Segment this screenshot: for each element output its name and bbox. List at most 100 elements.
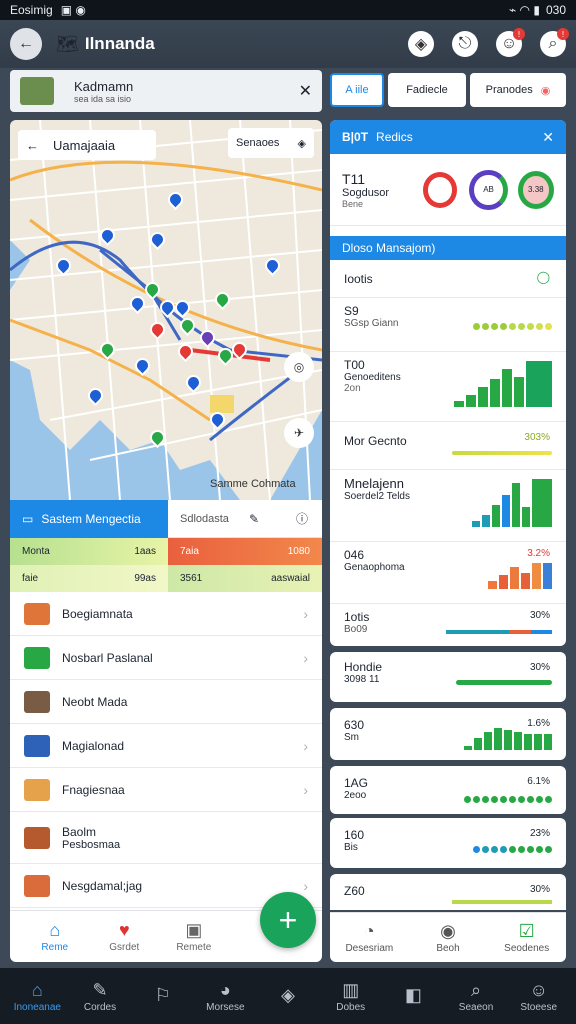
nav-file[interactable]: ◧ bbox=[382, 985, 445, 1007]
map-view[interactable]: ← Uamajaaia Senaoes◈ ◎ ✈ ✦ Samme Cohmata bbox=[10, 120, 322, 500]
person-icon: ◕ bbox=[219, 979, 231, 1000]
person-icon: ◔ bbox=[363, 921, 375, 941]
info-icon[interactable]: ⓘ bbox=[296, 510, 308, 527]
right-bottom-bar: ◔ Desesriam ◉ Beoh ☑ Seodenes bbox=[330, 912, 566, 962]
stat-row[interactable]: 1otis Bo09 30% bbox=[330, 604, 566, 646]
house-icon bbox=[24, 690, 50, 713]
battery-text: 030 bbox=[545, 3, 566, 17]
tab-2[interactable]: Fadiecle bbox=[388, 73, 466, 107]
house-icon bbox=[24, 602, 50, 625]
close-icon[interactable]: ✕ bbox=[299, 81, 312, 101]
file-icon: ◧ bbox=[404, 985, 422, 1005]
stat-row[interactable]: 046 Genaophoma 3.2% bbox=[330, 542, 566, 604]
chat-icon: ◉ bbox=[440, 921, 456, 941]
house-icon bbox=[24, 778, 50, 801]
close-icon[interactable]: ✕ bbox=[542, 129, 554, 146]
status-time: Eosimig bbox=[10, 3, 53, 17]
map-search[interactable]: Senaoes ◈ bbox=[228, 128, 314, 158]
nav-flag[interactable]: ⚐ bbox=[131, 985, 194, 1007]
heart-icon: ♥ bbox=[118, 920, 130, 940]
house-icon bbox=[24, 874, 50, 897]
map-title: Uamajaaia bbox=[53, 137, 116, 153]
map-back-button[interactable]: ← bbox=[26, 138, 39, 153]
home-icon: ⌂ bbox=[31, 979, 43, 1000]
section-title: Dloso Mansajom) bbox=[330, 236, 566, 260]
remote-tab[interactable]: ▣ Remete bbox=[159, 920, 229, 953]
banner: Kadmamn sea ida sa isio ✕ bbox=[10, 70, 322, 112]
stat-row[interactable]: Mor Gecnto 303% bbox=[330, 422, 566, 470]
stat-row[interactable]: Mnelajenn Soerdel2 Telds bbox=[330, 470, 566, 542]
book-icon: ▭ bbox=[22, 511, 34, 526]
summary-grid: Monta 1aas 7aia 1080 faie 99as 3561 aaswaial bbox=[10, 538, 322, 592]
list-item[interactable]: Boegiamnata › bbox=[10, 592, 322, 636]
gadget-tab[interactable]: ♥ Gsrdet bbox=[90, 920, 160, 953]
nav-home[interactable]: ⌂ Inoneanae bbox=[6, 980, 69, 1013]
pin-icon: ◉ bbox=[540, 84, 551, 97]
edit-icon[interactable]: ✎ bbox=[249, 512, 259, 526]
share-icon[interactable]: ⎋ bbox=[452, 31, 478, 57]
search-icon: ⌕ bbox=[470, 979, 482, 1000]
ring-card: T11 Sogdusor Bene AB 3.38 bbox=[330, 154, 566, 226]
locate-button[interactable]: ◎ bbox=[284, 352, 314, 382]
bottom-nav: ⌂ Inoneanae ✎ Cordes ⚐ ◕ Morsese ◈ ▥ Dobes ◧… bbox=[0, 968, 576, 1024]
house-icon bbox=[20, 77, 54, 105]
book-tab[interactable]: ◉ Beoh bbox=[409, 921, 488, 954]
signal-icon: ⌁ ◠ ▮ bbox=[509, 3, 540, 17]
nav-profile[interactable]: ☺ Stoeese bbox=[507, 980, 570, 1013]
stat-row[interactable]: T00 Genoeditens 2on bbox=[330, 352, 566, 422]
flag-icon: ⚐ bbox=[154, 985, 171, 1005]
left-panel: ▭ Sastem Mengectia Sdlodasta ✎ ⓘ Monta 1aa… bbox=[10, 500, 322, 962]
map-icon[interactable]: ◈ bbox=[408, 31, 434, 57]
ring-green: 3.38 bbox=[517, 170, 554, 209]
app-bar: ← 🗺 Ilnnanda ◈ ⎋ ☺! ⌕! bbox=[0, 20, 576, 68]
edit-icon: ✎ bbox=[92, 979, 108, 1000]
search-icon: ◈ bbox=[297, 137, 306, 150]
ring-blue: AB bbox=[469, 169, 508, 210]
list-item[interactable]: Baolm Pesbosmaa bbox=[10, 812, 322, 864]
add-fab[interactable]: + bbox=[260, 892, 316, 948]
tab-3[interactable]: Pranodes ◉ bbox=[470, 73, 566, 107]
search-icon[interactable]: ⌕! bbox=[540, 28, 569, 57]
docs-icon: ▥ bbox=[342, 979, 360, 1000]
map-header: ← Uamajaaia bbox=[18, 130, 156, 160]
compass-button[interactable]: ✈ bbox=[284, 418, 314, 448]
list-item[interactable]: Magialonad › bbox=[10, 724, 322, 768]
check-icon: ☑ bbox=[518, 921, 535, 941]
list-item[interactable]: Neobt Mada bbox=[10, 680, 322, 724]
status-bar: Eosimig ▣ ◉ ⌁ ◠ ▮ 030 bbox=[0, 0, 576, 20]
stat-row[interactable]: Iootis ◯ bbox=[330, 260, 566, 298]
nav-chat[interactable]: ◈ bbox=[257, 985, 320, 1007]
back-button[interactable]: ← bbox=[10, 28, 42, 60]
user-icon[interactable]: ☺! bbox=[496, 28, 525, 57]
monitor-icon: ▣ bbox=[185, 920, 203, 940]
tab-1[interactable]: A iile bbox=[330, 73, 384, 107]
nav-docs[interactable]: ▥ Dobes bbox=[319, 980, 382, 1013]
app-logo-icon: 🗺 bbox=[56, 33, 79, 54]
notification-icon: ▣ ◉ bbox=[60, 3, 86, 17]
list-item[interactable]: Fnagiesnaa › bbox=[10, 768, 322, 812]
design-tab[interactable]: ◔ Desesriam bbox=[330, 921, 409, 954]
chat-icon: ◈ bbox=[281, 985, 295, 1005]
list-item[interactable]: Nosbarl Paslanal › bbox=[10, 636, 322, 680]
metric-card[interactable]: Hondie 3098 11 30% bbox=[330, 652, 566, 702]
stat-row[interactable]: S9 SGsp Giann bbox=[330, 298, 566, 352]
map-caption: Samme Cohmata bbox=[210, 478, 296, 490]
metric-card[interactable]: Z60 30% bbox=[330, 874, 566, 910]
settings-tab[interactable]: ☑ Seodenes bbox=[487, 921, 566, 954]
tab-other[interactable]: Sdlodasta bbox=[180, 513, 229, 525]
ring-red bbox=[422, 171, 458, 208]
nav-cordes[interactable]: ✎ Cordes bbox=[69, 980, 132, 1013]
right-panel: B|0T Redics ✕ T11 Sogdusor Bene AB 3.38 … bbox=[330, 120, 566, 646]
metric-card[interactable]: 630 Sm 1.6% bbox=[330, 708, 566, 760]
nav-person[interactable]: ◕ Morsese bbox=[194, 980, 257, 1013]
banner-subtitle: sea ida sa isio bbox=[74, 93, 132, 104]
home-icon: ⌂ bbox=[49, 920, 61, 940]
header-badge: B|0T bbox=[342, 130, 369, 144]
card-icon bbox=[24, 646, 50, 669]
tab-system[interactable]: ▭ Sastem Mengectia bbox=[10, 500, 168, 538]
nav-search[interactable]: ⌕ Seaeon bbox=[445, 980, 508, 1013]
metric-card[interactable]: 160 Bis 23% bbox=[330, 818, 566, 868]
home-tab[interactable]: ⌂ Reme bbox=[20, 920, 90, 953]
metric-card[interactable]: 1AG 2eoo 6.1% bbox=[330, 766, 566, 814]
banner-title: Kadmamn bbox=[74, 78, 134, 94]
